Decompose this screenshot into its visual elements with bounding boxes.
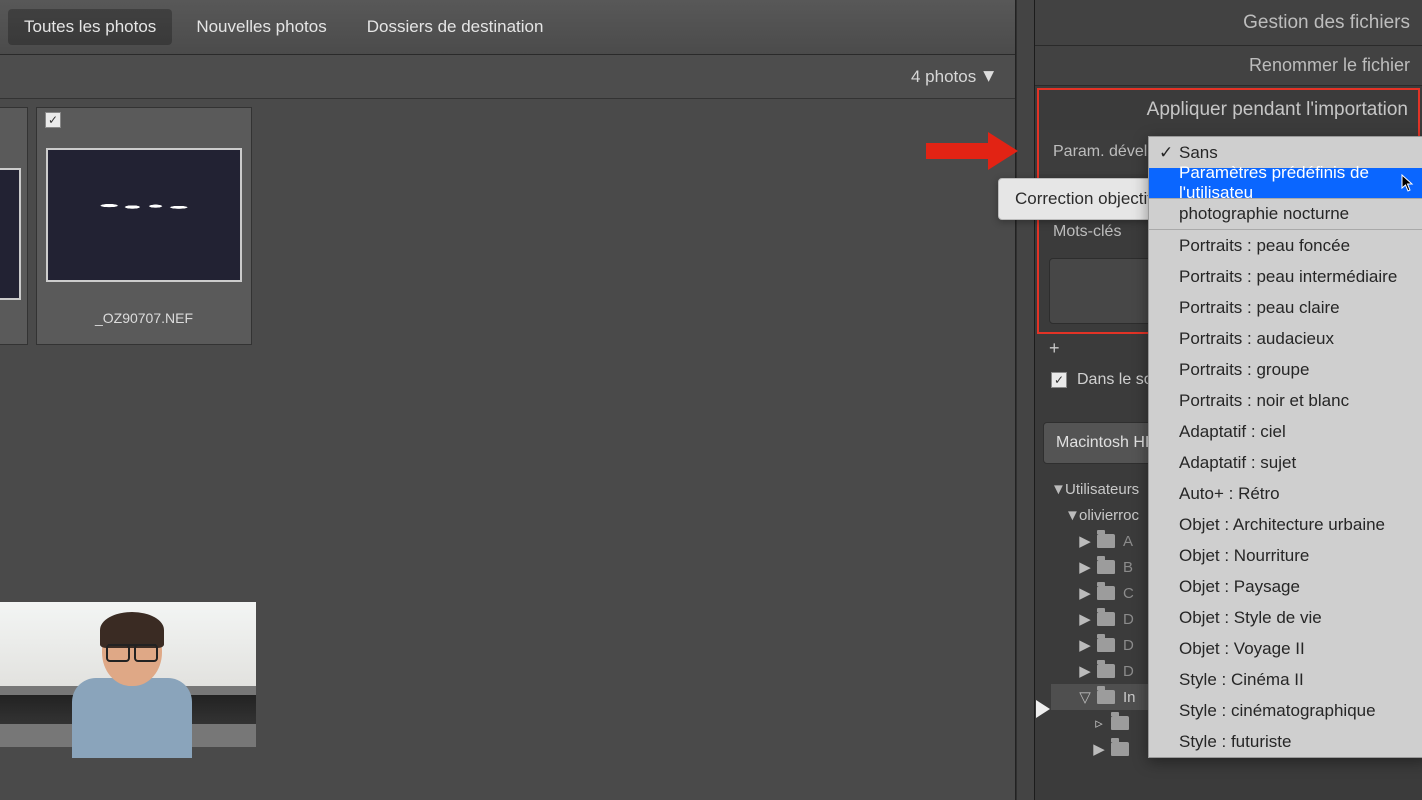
annotation-arrow [926,132,1026,168]
chevron-right-icon: ▶ [1079,558,1091,576]
thumbnail-image [46,148,242,282]
chevron-down-icon: ▼ [1051,481,1063,498]
preset-menu-item[interactable]: Adaptatif : sujet [1149,447,1422,478]
folder-icon [1097,560,1115,574]
chevron-right-icon: ▶ [1079,532,1091,550]
tab-new-photos[interactable]: Nouvelles photos [180,9,342,45]
preset-menu-item[interactable]: Style : cinématographique [1149,695,1422,726]
sort-triangle-icon: ▶ [981,71,998,82]
panel-apply-header[interactable]: Appliquer pendant l'importation [1039,90,1418,130]
folder-icon [1111,716,1129,730]
into-subfolder-checkbox[interactable]: ✓ [1051,372,1067,388]
folder-icon [1097,534,1115,548]
panel-collapse-handle-icon[interactable] [1036,700,1050,718]
preset-menu-item[interactable]: Style : Cinéma II [1149,664,1422,695]
folder-icon [1097,612,1115,626]
main-area: Toutes les photos Nouvelles photos Dossi… [0,0,1016,800]
panel-file-management[interactable]: Gestion des fichiers [1035,0,1422,46]
thumbnail-card[interactable]: ✓ 3764.NEF [0,107,28,345]
folder-icon [1097,586,1115,600]
chevron-right-icon: ▹ [1093,714,1105,732]
folder-icon [1097,638,1115,652]
preset-menu-item[interactable]: Adaptatif : ciel [1149,416,1422,447]
chevron-right-icon: ▶ [1079,584,1091,602]
thumbnail-image [0,168,21,300]
chevron-right-icon: ▶ [1079,662,1091,680]
chevron-down-icon: ▼ [1065,507,1077,524]
preset-menu-item[interactable]: Objet : Paysage [1149,571,1422,602]
folder-icon [1097,664,1115,678]
preset-menu-item[interactable]: Objet : Voyage II [1149,633,1422,664]
app-root: Toutes les photos Nouvelles photos Dossi… [0,0,1422,800]
preset-menu-item[interactable]: photographie nocturne [1149,199,1422,230]
plus-icon: + [1049,338,1060,359]
preset-menu-item[interactable]: Portraits : noir et blanc [1149,385,1422,416]
panel-rename-file[interactable]: Renommer le fichier [1035,46,1422,86]
main-scrollbar[interactable] [1016,0,1034,800]
preset-menu-item[interactable]: Portraits : peau intermédiaire [1149,261,1422,292]
chevron-down-icon: ▽ [1079,688,1091,706]
preset-menu-item[interactable]: Portraits : peau foncée [1149,230,1422,261]
view-tabs: Toutes les photos Nouvelles photos Dossi… [0,0,1015,55]
folder-icon [1111,742,1129,756]
tab-destination-folders[interactable]: Dossiers de destination [351,9,560,45]
thumbnail-filename: _OZ90707.NEF [37,310,251,326]
preset-menu-item[interactable]: Objet : Style de vie [1149,602,1422,633]
thumbnail-filename: 3764.NEF [0,328,27,344]
chevron-right-icon: ▶ [1079,610,1091,628]
preset-menu-item-user-presets[interactable]: Paramètres prédéfinis de l'utilisateu [1149,168,1422,199]
preset-menu-item[interactable]: Auto+ : Rétro [1149,478,1422,509]
preset-menu-item[interactable]: Portraits : peau claire [1149,292,1422,323]
into-subfolder-label: Dans le so [1077,371,1153,389]
tab-all-photos[interactable]: Toutes les photos [8,9,172,45]
preset-menu-item[interactable]: Portraits : audacieux [1149,323,1422,354]
chevron-right-icon: ▶ [1093,740,1105,758]
preset-tooltip: Correction objectif [998,178,1169,220]
chevron-right-icon: ▶ [1079,636,1091,654]
presenter-overlay [0,602,256,747]
folder-icon [1097,690,1115,704]
develop-preset-menu: Sans Paramètres prédéfinis de l'utilisat… [1148,136,1422,758]
preset-menu-item[interactable]: Style : futuriste [1149,726,1422,757]
preset-menu-item[interactable]: Objet : Nourriture [1149,540,1422,571]
preset-menu-item[interactable]: Portraits : groupe [1149,354,1422,385]
photo-count-bar[interactable]: 4 photos ▶ [0,55,1015,99]
mouse-cursor-icon [1401,174,1415,192]
photo-count-label: 4 photos [911,67,976,87]
preset-menu-item[interactable]: Objet : Architecture urbaine [1149,509,1422,540]
thumbnail-checkbox[interactable]: ✓ [45,112,61,128]
presenter-video [0,602,256,747]
thumbnail-card[interactable]: ✓ _OZ90707.NEF [36,107,252,345]
